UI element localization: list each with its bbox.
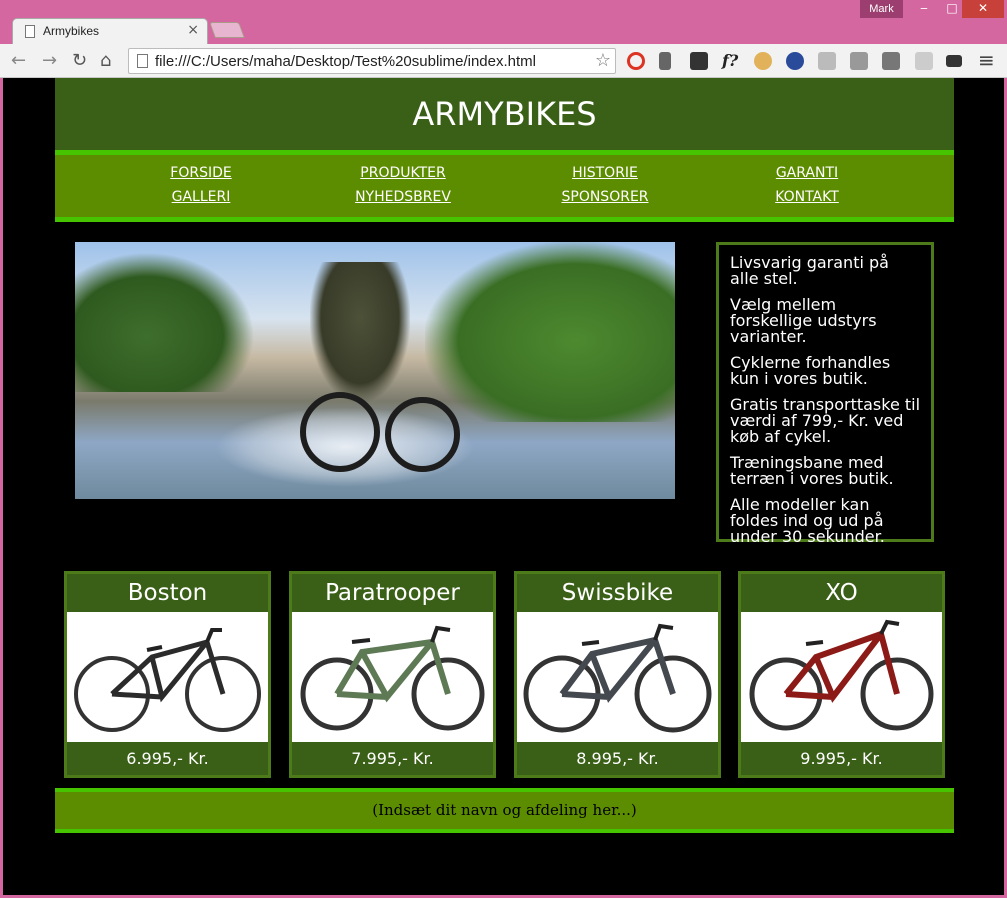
hero-trees-left <box>75 252 255 392</box>
page-viewport: ARMYBIKES FORSIDE PRODUKTER HISTORIE GAR… <box>3 78 1004 895</box>
flag-extension-icon[interactable] <box>786 52 804 70</box>
profile-button[interactable]: Mark <box>860 0 903 18</box>
bookmark-star-icon[interactable]: ☆ <box>595 50 611 71</box>
font-extension-icon[interactable]: f? <box>722 51 740 70</box>
eyedropper-extension-icon[interactable] <box>659 52 671 70</box>
nav-galleri[interactable]: GALLERI <box>121 189 281 205</box>
hero-front-wheel <box>300 392 380 472</box>
nav-produkter[interactable]: PRODUKTER <box>323 165 483 181</box>
hero-trees-right <box>425 242 675 422</box>
film-extension-icon[interactable] <box>690 52 708 70</box>
nav-nyhedsbrev[interactable]: NYHEDSBREV <box>323 189 483 205</box>
product-price: 7.995,- Kr. <box>351 749 434 768</box>
page-icon <box>25 25 35 38</box>
nav-garanti[interactable]: GARANTI <box>727 165 887 181</box>
main-nav: FORSIDE PRODUKTER HISTORIE GARANTI GALLE… <box>55 150 954 222</box>
dark-extension-icon[interactable] <box>882 52 900 70</box>
minimize-button[interactable]: ‒ <box>910 0 938 18</box>
address-bar[interactable]: file:///C:/Users/maha/Desktop/Test%20sub… <box>128 48 616 74</box>
forward-icon[interactable]: → <box>42 50 57 71</box>
nav-forside[interactable]: FORSIDE <box>121 165 281 181</box>
site-container: ARMYBIKES FORSIDE PRODUKTER HISTORIE GAR… <box>55 78 954 833</box>
info-text: Gratis transporttaske til værdi af 799,-… <box>730 395 921 446</box>
close-tab-icon[interactable]: × <box>187 22 199 38</box>
product-name: Swissbike <box>561 580 674 606</box>
bike-image <box>292 612 493 742</box>
close-window-button[interactable]: ✕ <box>962 0 1004 18</box>
opera-extension-icon[interactable] <box>627 52 645 70</box>
info-text: Livsvarig garanti på alle stel. <box>730 253 889 288</box>
info-text: Alle modeller kan foldes ind og ud på un… <box>730 495 885 546</box>
product-price: 9.995,- Kr. <box>800 749 883 768</box>
product-name: Boston <box>127 580 208 606</box>
nav-historie[interactable]: HISTORIE <box>525 165 685 181</box>
title-bar: Mark ‒ □ ✕ Armybikes × <box>0 0 1007 44</box>
bike-icon <box>74 628 261 732</box>
url-text[interactable]: file:///C:/Users/maha/Desktop/Test%20sub… <box>155 53 536 70</box>
nav-sponsorer[interactable]: SPONSORER <box>525 189 685 205</box>
bike-icon <box>523 623 712 733</box>
back-icon[interactable]: ← <box>11 50 26 71</box>
browser-toolbar: ← → ↻ ⌂ file:///C:/Users/maha/Desktop/Te… <box>0 44 1007 78</box>
info-text: Vælg mellem forskellige udstyrs variante… <box>730 295 877 346</box>
site-title: ARMYBIKES <box>55 78 954 150</box>
file-icon <box>137 54 148 68</box>
info-box: Livsvarig garanti på alle stel. Vælg mel… <box>716 242 934 546</box>
cast-icon[interactable] <box>946 55 962 67</box>
new-tab-button[interactable] <box>209 22 245 38</box>
product-card-paratrooper[interactable]: Paratrooper 7.995,- Kr. <box>289 571 496 778</box>
hero-image <box>75 242 675 499</box>
home-icon[interactable]: ⌂ <box>100 50 111 71</box>
bike-image <box>741 612 942 742</box>
nav-kontakt[interactable]: KONTAKT <box>727 189 887 205</box>
site-footer: (Indsæt dit navn og afdeling her...) <box>55 788 954 833</box>
bike-icon <box>300 625 485 731</box>
info-text: Træningsbane med terræn i vores butik. <box>730 453 894 488</box>
hero-rider <box>310 262 410 402</box>
product-card-boston[interactable]: Boston 6.995,- Kr. <box>64 571 271 778</box>
product-name: XO <box>825 580 858 606</box>
tab-title: Armybikes <box>43 24 100 38</box>
product-price: 8.995,- Kr. <box>576 749 659 768</box>
product-card-xo[interactable]: XO 9.995,- Kr. <box>738 571 945 778</box>
document-extension-icon[interactable] <box>850 52 868 70</box>
bike-image <box>67 612 268 742</box>
bike-image <box>517 612 718 742</box>
product-price: 6.995,- Kr. <box>126 749 209 768</box>
dropbox-extension-icon[interactable] <box>818 52 836 70</box>
browser-tab[interactable]: Armybikes × <box>12 18 208 44</box>
hero-rear-wheel <box>385 397 460 472</box>
palette-extension-icon[interactable] <box>754 52 772 70</box>
product-card-swissbike[interactable]: Swissbike 8.995,- Kr. <box>514 571 721 778</box>
reload-icon[interactable]: ↻ <box>72 50 87 71</box>
hexagon-extension-icon[interactable] <box>915 52 933 70</box>
info-text: Cyklerne forhandles kun i vores butik. <box>730 353 891 388</box>
product-name: Paratrooper <box>325 580 460 606</box>
bike-icon <box>749 619 934 731</box>
menu-icon[interactable]: ≡ <box>978 48 995 72</box>
